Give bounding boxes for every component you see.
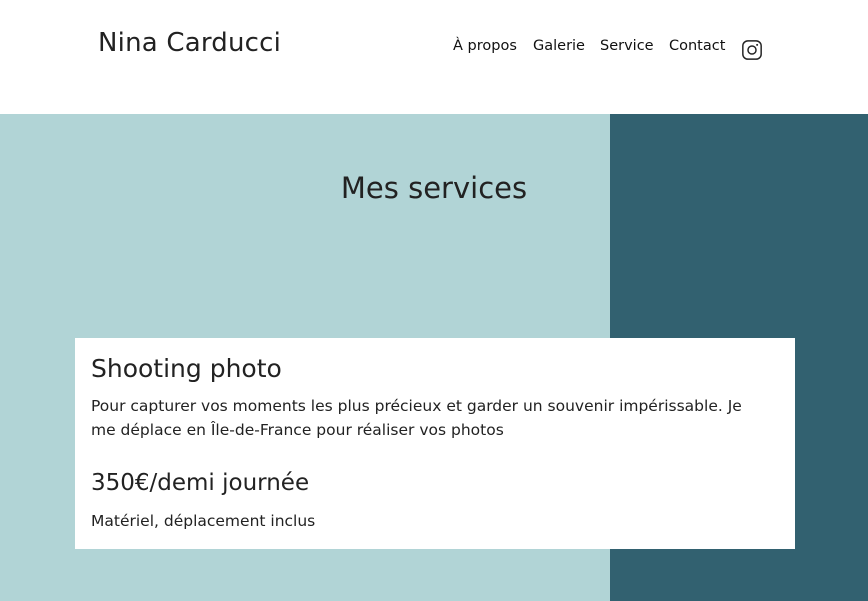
site-header: Nina Carducci À propos Galerie Service C… [0, 0, 868, 114]
section-title: Mes services [340, 171, 528, 205]
service-card-title: Shooting photo [91, 354, 282, 383]
brand-name[interactable]: Nina Carducci [98, 28, 281, 58]
service-card: Shooting photo Pour capturer vos moments… [75, 338, 795, 549]
service-card-price: 350€/demi journée [91, 470, 310, 496]
service-card-description: Pour capturer vos moments les plus préci… [91, 397, 742, 439]
instagram-icon[interactable] [741, 39, 763, 61]
page: Nina Carducci À propos Galerie Service C… [0, 0, 868, 601]
service-card-note: Matériel, déplacement inclus [91, 512, 316, 530]
nav-link-a-propos[interactable]: À propos [453, 38, 517, 54]
nav-link-service[interactable]: Service [600, 38, 654, 54]
nav-link-galerie[interactable]: Galerie [533, 38, 585, 54]
nav-link-contact[interactable]: Contact [669, 38, 725, 54]
